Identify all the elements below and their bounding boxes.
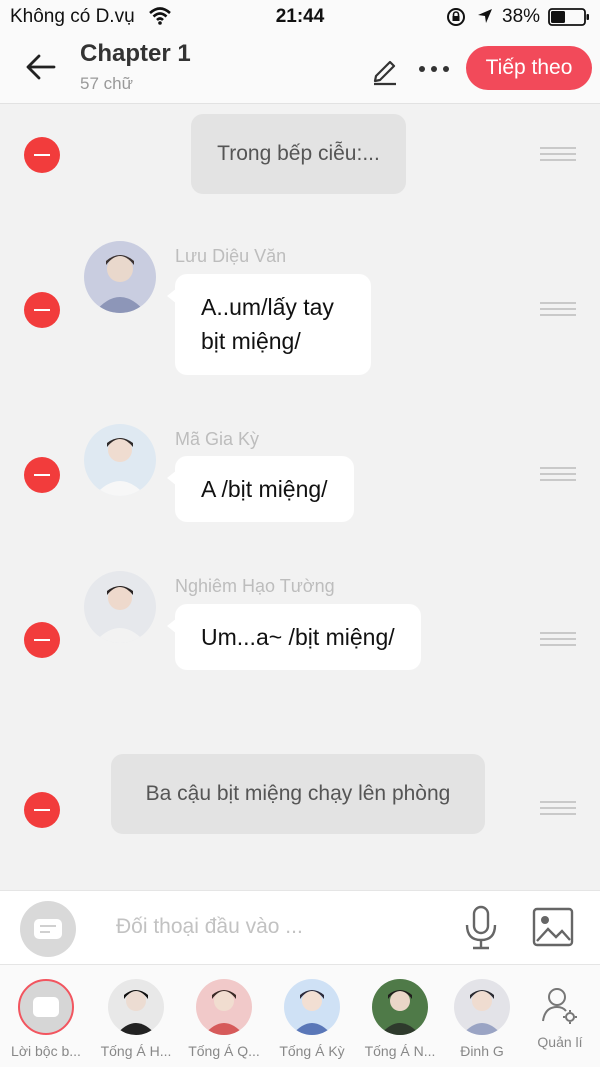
character-chip[interactable]: Tống Á Q...	[182, 979, 266, 1059]
avatar	[108, 979, 164, 1035]
dialogue-input[interactable]: Đối thoại đầu vào ...	[116, 915, 303, 939]
narration-bubble[interactable]: Trong bếp ciễu:...	[191, 114, 406, 194]
character-chip-narration[interactable]: Lời bộc b...	[4, 979, 88, 1059]
character-label: Tống Á Kỳ	[279, 1043, 345, 1059]
user-settings-icon	[542, 988, 577, 1024]
avatar	[84, 571, 156, 643]
character-chip[interactable]: Tống Á Kỳ	[270, 979, 354, 1059]
character-label: Đinh G	[460, 1043, 504, 1059]
pencil-icon[interactable]	[368, 52, 402, 86]
delete-message-button[interactable]	[24, 292, 60, 328]
avatar	[284, 979, 340, 1035]
character-chip[interactable]: Tống Á H...	[94, 979, 178, 1059]
drag-handle-icon[interactable]	[540, 467, 576, 483]
delete-message-button[interactable]	[24, 137, 60, 173]
avatar	[454, 979, 510, 1035]
image-icon[interactable]	[532, 907, 574, 947]
drag-handle-icon[interactable]	[540, 632, 576, 648]
manage-label: Quản lí	[537, 1034, 583, 1050]
word-count: 57 chữ	[80, 74, 133, 93]
delete-message-button[interactable]	[24, 457, 60, 493]
drag-handle-icon[interactable]	[540, 302, 576, 318]
drag-handle-icon[interactable]	[540, 147, 576, 163]
battery-icon	[548, 8, 589, 26]
next-button[interactable]: Tiếp theo	[466, 46, 592, 90]
dialogue-text: A..um/lấy tay	[201, 294, 334, 320]
speaker-name: Lưu Diệu Văn	[175, 246, 287, 266]
editor-header: Chapter 1 57 chữ Tiếp theo	[0, 34, 600, 104]
back-arrow-icon[interactable]	[22, 48, 60, 86]
dialogue-text: bịt miệng/	[201, 328, 301, 354]
chat-area: Trong bếp ciễu:... Lưu Diệu Văn A..um/lấ…	[0, 104, 600, 890]
character-strip: Lời bộc b... Tống Á H... Tống Á Q... Tốn…	[0, 964, 600, 1067]
character-label: Lời bộc b...	[11, 1043, 81, 1059]
speaker-name: Nghiêm Hạo Tường	[175, 576, 335, 596]
character-label: Tống Á H...	[100, 1043, 172, 1059]
dialogue-bubble[interactable]: Um...a~ /bịt miệng/	[167, 604, 421, 670]
manage-characters-button[interactable]: Quản lí	[530, 985, 590, 1050]
status-bar: Không có D.vụ 21:44 38%	[0, 0, 600, 34]
microphone-icon[interactable]	[462, 905, 500, 951]
chapter-title[interactable]: Chapter 1	[80, 40, 191, 68]
avatar	[84, 241, 156, 313]
narration-bubble[interactable]: Ba cậu bịt miệng chạy lên phòng	[111, 754, 485, 834]
avatar	[84, 424, 156, 496]
delete-message-button[interactable]	[24, 792, 60, 828]
dialogue-bubble[interactable]: A /bịt miệng/	[167, 456, 354, 522]
avatar	[196, 979, 252, 1035]
character-label: Tống Á N...	[364, 1043, 436, 1059]
character-chip[interactable]: Tống Á N...	[358, 979, 442, 1059]
narration-mode-icon[interactable]	[20, 901, 76, 957]
character-label: Tống Á Q...	[188, 1043, 260, 1059]
drag-handle-icon[interactable]	[540, 801, 576, 817]
character-chip[interactable]: Đinh G	[442, 979, 522, 1059]
battery-percent: 38%	[502, 6, 541, 27]
delete-message-button[interactable]	[24, 622, 60, 658]
avatar	[372, 979, 428, 1035]
input-bar: Đối thoại đầu vào ...	[0, 890, 600, 964]
speaker-name: Mã Gia Kỳ	[175, 429, 260, 449]
dialogue-bubble[interactable]: A..um/lấy tay bịt miệng/	[167, 274, 371, 375]
location-icon	[478, 9, 492, 23]
more-options-icon[interactable]	[414, 52, 454, 86]
narration-icon	[18, 979, 74, 1035]
rotation-lock-icon	[447, 8, 465, 26]
